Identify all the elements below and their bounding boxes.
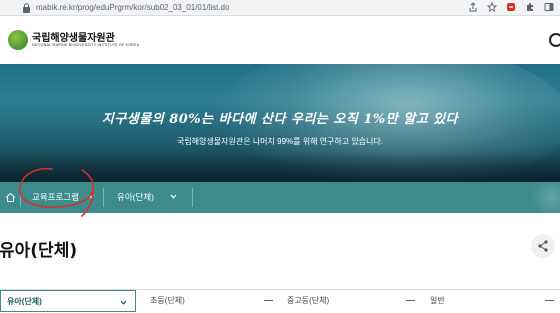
sidebar-panel-icon[interactable] [544,2,554,12]
site-header: 국립해양생물자원관 NATIONAL MARINE BIODIVERSITY I… [0,16,560,64]
logo-name[interactable]: 국립해양생물자원관 [32,29,115,44]
tab-minus-icon [264,300,273,301]
puzzle-icon[interactable] [525,2,535,12]
nav-dropdown-secondary-label[interactable]: 유아(단체) [117,190,154,204]
search-icon[interactable] [549,33,560,47]
category-tabs: 유아(단체) 초등(단체) 중고등(단체) 일반 [0,289,560,312]
browser-address-bar: mabik.re.kr/prog/eduPrgrm/kor/sub02_03_0… [0,0,560,16]
share-button[interactable] [531,234,555,258]
seabed-shadow [0,152,560,182]
chevron-down-icon[interactable] [88,193,95,200]
tab-label: 중고등(단체) [287,296,330,305]
tab-label: 초등(단체) [150,296,185,305]
chevron-down-icon[interactable] [170,193,177,200]
bookmark-star-icon[interactable] [487,2,497,12]
nav-divider [192,188,193,207]
nav-dropdown-primary-label[interactable]: 교육프로그램 [32,190,79,204]
tab-minus-icon [545,300,554,301]
hero-subtitle: 국립해양생물자원관은 나머지 99%를 위해 연구하고 있습니다. [177,137,383,146]
tab-secondary-group[interactable]: 중고등(단체) [287,290,422,312]
tab-label: 유아(단체) [7,297,42,306]
institute-logo-icon[interactable] [8,30,28,50]
logo-subtitle: NATIONAL MARINE BIODIVERSITY INSTITUTE O… [32,43,140,47]
lock-icon [23,3,30,13]
tab-label: 일반 [430,296,445,305]
home-icon[interactable] [5,192,16,203]
chevron-down-icon [120,300,127,305]
tab-minus-icon [406,300,415,301]
tab-elementary-group[interactable]: 초등(단체) [150,290,278,312]
nav-divider [103,188,104,207]
nav-divider [20,188,21,207]
share-page-icon[interactable] [468,2,478,12]
nav-decoration [520,182,560,213]
url-text[interactable]: mabik.re.kr/prog/eduPrgrm/kor/sub02_03_0… [36,2,229,14]
extension-icon[interactable] [506,2,516,12]
page-title: 유아(단체) [0,241,78,261]
tab-general[interactable]: 일반 [430,290,560,312]
tab-preschool-group[interactable]: 유아(단체) [0,290,136,312]
hero-banner: 지구생물의 80%는 바다에 산다 우리는 오직 1%만 알고 있다 국립해양생… [0,64,560,182]
share-icon [538,240,548,252]
hero-title: 지구생물의 80%는 바다에 산다 우리는 오직 1%만 알고 있다 [101,112,459,127]
location-nav: 교육프로그램 유아(단체) [0,182,560,213]
